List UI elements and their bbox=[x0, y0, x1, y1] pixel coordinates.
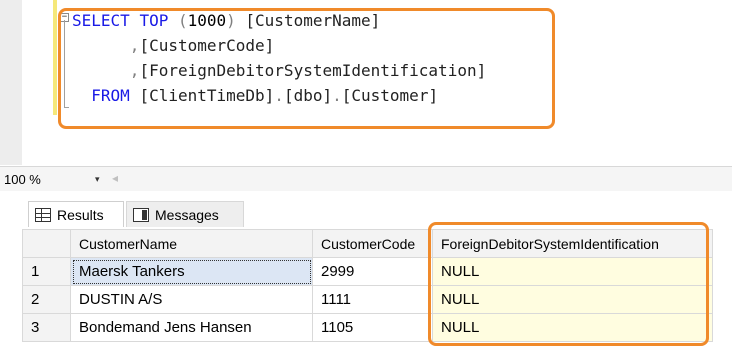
change-indicator-bar bbox=[53, 0, 57, 115]
row-header-corner bbox=[22, 229, 71, 258]
row-number[interactable]: 1 bbox=[22, 257, 71, 286]
tab-results[interactable]: Results bbox=[28, 201, 124, 227]
cell-customercode[interactable]: 1111 bbox=[312, 285, 433, 314]
tab-messages[interactable]: Messages bbox=[126, 201, 244, 227]
tab-messages-label: Messages bbox=[155, 206, 219, 223]
query-highlight-box bbox=[58, 8, 555, 129]
column-header-customername[interactable]: CustomerName bbox=[70, 229, 313, 258]
zoom-dropdown-icon[interactable]: ▾ bbox=[95, 174, 100, 185]
cell-customercode[interactable]: 1105 bbox=[312, 313, 433, 342]
zoom-bar: 100 % ▾ ◂ bbox=[0, 166, 732, 192]
row-number[interactable]: 3 bbox=[22, 313, 71, 342]
cell-customername[interactable]: DUSTIN A/S bbox=[70, 285, 313, 314]
editor-gutter bbox=[0, 0, 22, 165]
tab-results-label: Results bbox=[57, 206, 104, 223]
column-header-customercode[interactable]: CustomerCode bbox=[312, 229, 433, 258]
cell-customercode[interactable]: 2999 bbox=[312, 257, 433, 286]
zoom-level[interactable]: 100 % bbox=[4, 172, 41, 187]
cell-customername[interactable]: Maersk Tankers bbox=[70, 257, 313, 286]
row-number[interactable]: 2 bbox=[22, 285, 71, 314]
column-highlight-box bbox=[428, 222, 709, 346]
messages-icon bbox=[133, 207, 149, 222]
grid-icon bbox=[35, 207, 51, 222]
scroll-left-icon[interactable]: ◂ bbox=[112, 171, 118, 185]
cell-customername[interactable]: Bondemand Jens Hansen bbox=[70, 313, 313, 342]
